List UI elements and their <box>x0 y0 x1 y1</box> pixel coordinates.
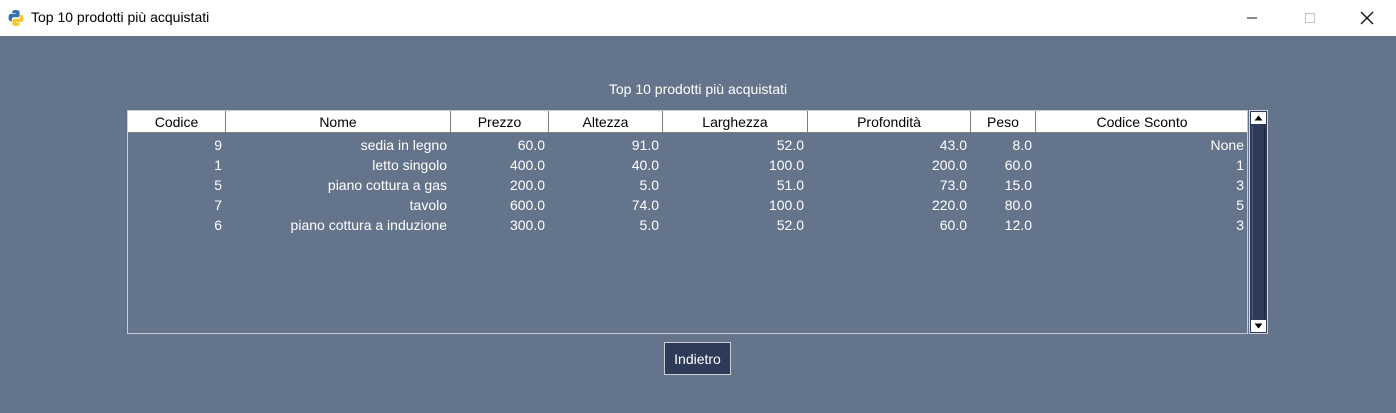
cell-codice-sconto: 5 <box>1236 197 1244 213</box>
window-title: Top 10 prodotti più acquistati <box>31 9 210 25</box>
table-header: Codice Nome Prezzo Altezza Larghezza Pro… <box>128 111 1247 133</box>
cell-peso: 15.0 <box>1004 177 1032 193</box>
cell-prezzo: 60.0 <box>517 137 545 153</box>
cell-altezza: 5.0 <box>639 217 659 233</box>
cell-profondita: 73.0 <box>939 177 967 193</box>
cell-peso: 60.0 <box>1004 157 1032 173</box>
column-header-prezzo[interactable]: Prezzo <box>451 111 549 133</box>
maximize-button[interactable] <box>1287 0 1333 36</box>
arrow-up-icon <box>1254 115 1263 121</box>
column-header-codice-sconto[interactable]: Codice Sconto <box>1036 111 1247 133</box>
arrow-down-icon <box>1254 323 1263 329</box>
table-row[interactable]: 7 tavolo 600.0 74.0 100.0 220.0 80.0 5 <box>128 195 1247 215</box>
cell-peso: 12.0 <box>1004 217 1032 233</box>
cell-altezza: 40.0 <box>631 157 659 173</box>
close-button[interactable] <box>1344 0 1390 36</box>
table-row[interactable]: 9 sedia in legno 60.0 91.0 52.0 43.0 8.0… <box>128 135 1247 155</box>
cell-nome: sedia in legno <box>360 137 447 153</box>
cell-larghezza: 51.0 <box>776 177 804 193</box>
vertical-scrollbar[interactable] <box>1249 110 1268 334</box>
cell-codice: 1 <box>214 157 222 173</box>
cell-profondita: 220.0 <box>931 197 967 213</box>
cell-codice-sconto: 1 <box>1236 157 1244 173</box>
cell-nome: piano cottura a induzione <box>290 217 447 233</box>
cell-codice: 5 <box>214 177 222 193</box>
window-titlebar: Top 10 prodotti più acquistati <box>0 0 1396 36</box>
back-button[interactable]: Indietro <box>664 342 731 375</box>
minimize-icon <box>1247 17 1257 19</box>
cell-prezzo: 400.0 <box>509 157 545 173</box>
cell-prezzo: 300.0 <box>509 217 545 233</box>
column-header-nome[interactable]: Nome <box>226 111 451 133</box>
python-icon <box>8 10 24 26</box>
cell-peso: 8.0 <box>1012 137 1032 153</box>
products-table[interactable]: Codice Nome Prezzo Altezza Larghezza Pro… <box>127 110 1248 334</box>
maximize-icon <box>1305 13 1315 23</box>
cell-nome: tavolo <box>409 197 447 213</box>
cell-nome: piano cottura a gas <box>327 177 447 193</box>
scroll-down-button[interactable] <box>1251 320 1266 332</box>
cell-larghezza: 100.0 <box>768 197 804 213</box>
cell-altezza: 5.0 <box>639 177 659 193</box>
cell-codice: 9 <box>214 137 222 153</box>
cell-prezzo: 600.0 <box>509 197 545 213</box>
cell-altezza: 91.0 <box>631 137 659 153</box>
cell-nome: letto singolo <box>372 157 447 173</box>
table-row[interactable]: 1 letto singolo 400.0 40.0 100.0 200.0 6… <box>128 155 1247 175</box>
cell-codice-sconto: 3 <box>1236 217 1244 233</box>
cell-prezzo: 200.0 <box>509 177 545 193</box>
cell-profondita: 200.0 <box>931 157 967 173</box>
cell-profondita: 60.0 <box>939 217 967 233</box>
cell-profondita: 43.0 <box>939 137 967 153</box>
cell-codice-sconto: 3 <box>1236 177 1244 193</box>
cell-larghezza: 52.0 <box>776 137 804 153</box>
cell-codice-sconto: None <box>1210 137 1244 153</box>
cell-larghezza: 52.0 <box>776 217 804 233</box>
table-row[interactable]: 6 piano cottura a induzione 300.0 5.0 52… <box>128 215 1247 235</box>
column-header-peso[interactable]: Peso <box>971 111 1036 133</box>
column-header-larghezza[interactable]: Larghezza <box>663 111 808 133</box>
cell-codice: 6 <box>214 217 222 233</box>
column-header-codice[interactable]: Codice <box>128 111 226 133</box>
scrollbar-thumb[interactable] <box>1252 126 1265 319</box>
minimize-button[interactable] <box>1229 0 1275 36</box>
cell-peso: 80.0 <box>1004 197 1032 213</box>
scroll-up-button[interactable] <box>1251 112 1266 124</box>
close-icon <box>1360 11 1374 25</box>
cell-altezza: 74.0 <box>631 197 659 213</box>
cell-codice: 7 <box>214 197 222 213</box>
table-caption: Top 10 prodotti più acquistati <box>608 81 788 97</box>
column-header-altezza[interactable]: Altezza <box>549 111 663 133</box>
table-row[interactable]: 5 piano cottura a gas 200.0 5.0 51.0 73.… <box>128 175 1247 195</box>
column-header-profondita[interactable]: Profondità <box>808 111 971 133</box>
cell-larghezza: 100.0 <box>768 157 804 173</box>
